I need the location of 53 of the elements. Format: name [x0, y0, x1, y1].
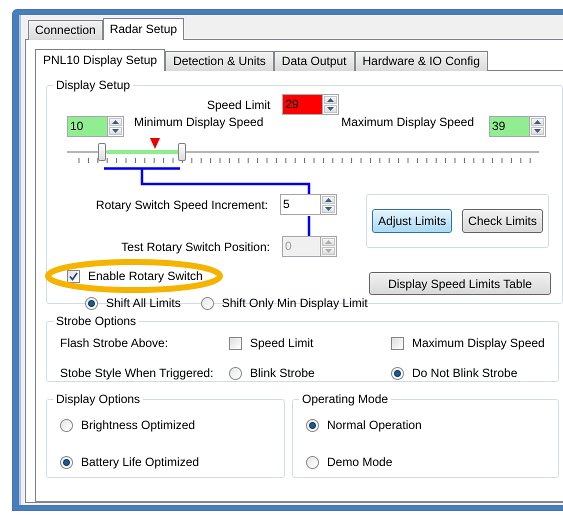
number-field[interactable]: 29	[282, 94, 322, 115]
radio-button[interactable]	[229, 366, 242, 380]
group-title: Display Setup	[55, 77, 132, 94]
number-field[interactable]: 10	[67, 116, 107, 137]
tab[interactable]: PNL10 Display Setup	[35, 49, 166, 71]
limit-button[interactable]: Adjust Limits	[372, 209, 452, 233]
radio-label: Brightness Optimized	[81, 417, 196, 434]
radio-button[interactable]	[60, 456, 73, 468]
spin-buttons[interactable]	[529, 116, 546, 137]
field-label: Speed Limit	[207, 96, 270, 114]
tab[interactable]: Connection	[28, 20, 103, 40]
row-label: Stobe Style When Triggered:	[60, 365, 214, 382]
group-title: Display Options	[55, 391, 142, 408]
checkbox[interactable]	[67, 270, 80, 282]
spin-buttons[interactable]	[107, 116, 124, 137]
checkbox-label: Speed Limit	[250, 335, 314, 352]
slider-thumb[interactable]	[98, 143, 106, 161]
radio-label: Blink Strobe	[250, 365, 315, 382]
field-label: Minimum Display Speed	[134, 114, 264, 130]
radio-label: Shift All Limits	[106, 295, 181, 312]
spin-buttons[interactable]	[320, 194, 337, 215]
spin-buttons[interactable]	[322, 94, 340, 115]
radio-button[interactable]	[85, 296, 98, 310]
speed-limits-table-button[interactable]: Display Speed Limits Table	[369, 272, 551, 295]
radio-label: Battery Life Optimized	[81, 454, 200, 471]
group-title: Strobe Options	[55, 313, 138, 330]
field-label: Maximum Display Speed	[341, 114, 474, 130]
tab[interactable]: Radar Setup	[102, 18, 184, 40]
checkbox-label: Maximum Display Speed	[412, 335, 545, 352]
slider-thumb[interactable]	[178, 143, 186, 161]
radio-button[interactable]	[306, 418, 319, 432]
number-field[interactable]: 5	[280, 194, 320, 215]
connector-line	[307, 216, 311, 237]
limit-button[interactable]: Check Limits	[462, 209, 543, 233]
checkbox[interactable]	[229, 336, 242, 350]
radio-button[interactable]	[200, 296, 214, 310]
radio-button[interactable]	[391, 366, 404, 380]
radio-button[interactable]	[60, 418, 73, 432]
radio-label: Demo Mode	[327, 454, 392, 471]
check-icon	[69, 272, 78, 280]
field-label: Test Rotary Switch Position:	[121, 238, 270, 256]
tab[interactable]: Hardware & IO Config	[354, 51, 488, 71]
number-field[interactable]: 39	[489, 116, 529, 137]
radio-label: Normal Operation	[327, 417, 422, 434]
radio-label: Do Not Blink Strobe	[412, 365, 518, 382]
group-title: Operating Mode	[301, 391, 390, 408]
checkbox[interactable]	[391, 336, 404, 350]
tab[interactable]: Data Output	[274, 51, 355, 71]
row-label: Flash Strobe Above:	[60, 335, 170, 352]
radio-button[interactable]	[306, 456, 319, 468]
radio-label: Shift Only Min Display Limit	[222, 295, 368, 312]
checkbox-label: Enable Rotary Switch	[88, 268, 203, 285]
tab[interactable]: Detection & Units	[165, 51, 274, 71]
